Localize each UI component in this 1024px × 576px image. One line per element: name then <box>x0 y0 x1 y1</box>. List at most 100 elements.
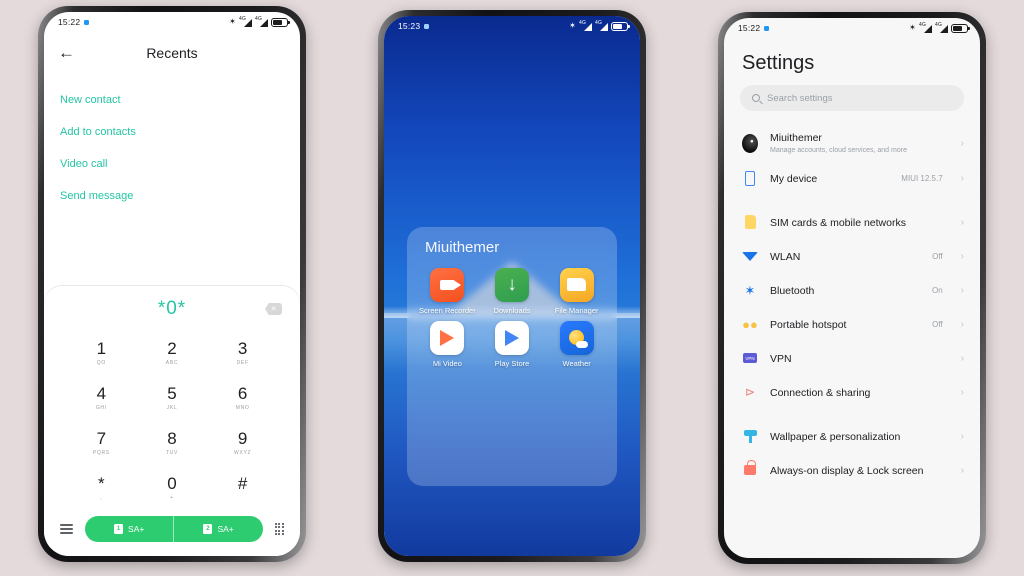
row-label: Portable hotspot <box>770 319 847 332</box>
dialer-header: ← Recents <box>44 32 300 74</box>
key-letters: PQRS <box>92 449 110 456</box>
row-label: Wallpaper & personalization <box>770 431 901 444</box>
dialpad-key-4[interactable]: 4 GHI <box>66 375 137 420</box>
dialpad-key-0[interactable]: 0 + <box>137 465 208 510</box>
dialpad-key-hash[interactable]: # <box>207 465 278 510</box>
app-play-store[interactable]: Play Store <box>480 320 545 368</box>
key-letters: GHI <box>95 404 107 411</box>
settings-group-personalization: Wallpaper & personalization › Always-on … <box>724 419 980 487</box>
file-manager-icon <box>559 267 594 302</box>
settings-row-portable-hotspot[interactable]: ●● Portable hotspot Off › <box>724 307 980 341</box>
key-digit: 7 <box>96 428 107 448</box>
signal-bars-icon-2: 4G <box>595 20 608 31</box>
phone-screen: 15:22 ✶ 4G 4G ← Recents New contact Add … <box>44 12 300 556</box>
row-value: Off <box>932 319 943 329</box>
call-sim2-button[interactable]: 2 SA+ <box>173 516 262 542</box>
key-digit: 3 <box>237 338 248 358</box>
keypad-grid-icon[interactable] <box>274 522 284 536</box>
chevron-right-icon: › <box>960 172 964 184</box>
phone-screen: 15:22 ✶ 4G 4G Settings Search settings M… <box>724 18 980 558</box>
call-sim1-button[interactable]: 1 SA+ <box>85 516 173 542</box>
row-subtitle: Manage accounts, cloud services, and mor… <box>770 147 907 155</box>
settings-row-always-on-display[interactable]: Always-on display & Lock screen › <box>724 453 980 487</box>
account-avatar <box>742 133 758 153</box>
app-file-manager[interactable]: File Manager <box>544 267 609 315</box>
wifi-icon <box>742 251 758 261</box>
dialpad-key-3[interactable]: 3 DEF <box>207 330 278 375</box>
settings-row-wlan[interactable]: WLAN Off › <box>724 239 980 273</box>
bluetooth-icon: ✶ <box>229 17 236 26</box>
row-label: My device <box>770 173 818 186</box>
dialpad-key-9[interactable]: 9 WXYZ <box>207 420 278 465</box>
chevron-right-icon: › <box>960 137 964 149</box>
settings-row-connection-sharing[interactable]: ⊳ Connection & sharing › <box>724 375 980 409</box>
notification-dot-icon <box>424 23 430 29</box>
key-letters: + <box>170 494 174 501</box>
call-sim1-label: SA+ <box>128 524 145 534</box>
dialpad-key-star[interactable]: *, <box>66 465 137 510</box>
dialpad-key-6[interactable]: 6 MNO <box>207 375 278 420</box>
page-title: Recents <box>146 45 198 61</box>
dialpad-key-5[interactable]: 5 JKL <box>137 375 208 420</box>
row-label: WLAN <box>770 251 801 264</box>
app-label: Mi Video <box>432 358 462 368</box>
app-screen-recorder[interactable]: Screen Recorder <box>415 267 480 315</box>
search-icon <box>752 94 760 102</box>
settings-group-connectivity: SIM cards & mobile networks › WLAN Off ›… <box>724 205 980 409</box>
key-digit: # <box>237 473 248 493</box>
status-time: 15:22 <box>58 17 81 27</box>
status-time: 15:23 <box>398 21 421 31</box>
key-letters: ABC <box>165 359 179 366</box>
app-folder[interactable]: Miuithemer Screen Recorder ↓ Downloads F… <box>407 226 617 486</box>
vpn-icon: VPN <box>742 353 758 364</box>
settings-list[interactable]: Miuithemer Manage accounts, cloud servic… <box>724 125 980 558</box>
suggestion-add-to-contacts[interactable]: Add to contacts <box>60 116 300 148</box>
signal-bars-icon: 4G <box>239 16 252 27</box>
settings-row-my-device[interactable]: My device MIUI 12.5.7 › <box>724 161 980 195</box>
dialpad-key-8[interactable]: 8 TUV <box>137 420 208 465</box>
app-label: Play Store <box>494 358 530 368</box>
backspace-icon[interactable]: ✕ <box>265 303 282 315</box>
app-weather[interactable]: Weather <box>544 320 609 368</box>
app-mi-video[interactable]: Mi Video <box>415 320 480 368</box>
downloads-icon: ↓ <box>494 267 529 302</box>
sim1-badge-icon: 1 <box>114 524 124 534</box>
key-letters: WXYZ <box>234 449 252 456</box>
dialpad-key-7[interactable]: 7 PQRS <box>66 420 137 465</box>
dialpad-key-1[interactable]: 1 QO <box>66 330 137 375</box>
key-digit: 1 <box>96 338 107 358</box>
home-screen-phone: 15:23 ✶ 4G 4G Miuithemer Screen Recorder… <box>378 10 646 562</box>
settings-row-vpn[interactable]: VPN VPN › <box>724 341 980 375</box>
chevron-right-icon: › <box>960 430 964 442</box>
key-digit: 5 <box>167 383 177 403</box>
app-label: File Manager <box>554 305 599 315</box>
app-downloads[interactable]: ↓ Downloads <box>480 267 545 315</box>
dialed-number[interactable]: *0* <box>158 298 186 320</box>
folder-title[interactable]: Miuithemer <box>415 237 609 256</box>
bluetooth-icon: ✶ <box>744 282 756 298</box>
suggestion-video-call[interactable]: Video call <box>60 148 300 180</box>
signal-bars-icon-2: 4G <box>255 16 268 27</box>
chevron-right-icon: › <box>960 352 964 364</box>
hamburger-menu-icon[interactable] <box>60 524 73 534</box>
dialpad-key-2[interactable]: 2 ABC <box>137 330 208 375</box>
back-arrow-icon[interactable]: ← <box>58 43 84 63</box>
settings-row-bluetooth[interactable]: ✶ Bluetooth On › <box>724 273 980 307</box>
key-letters: JKL <box>166 404 178 411</box>
suggestion-send-message[interactable]: Send message <box>60 180 300 212</box>
settings-row-miuithemer[interactable]: Miuithemer Manage accounts, cloud servic… <box>724 125 980 161</box>
call-sim2-label: SA+ <box>217 524 234 534</box>
settings-group-account: Miuithemer Manage accounts, cloud servic… <box>724 125 980 195</box>
dialed-number-row: *0* ✕ <box>44 292 300 326</box>
settings-row-wallpaper[interactable]: Wallpaper & personalization › <box>724 419 980 453</box>
call-button-group: 1 SA+ 2 SA+ <box>85 516 263 542</box>
search-settings-input[interactable]: Search settings <box>740 85 964 111</box>
row-value: MIUI 12.5.7 <box>901 173 943 183</box>
mi-video-icon <box>430 320 465 355</box>
wallpaper-icon <box>742 429 758 443</box>
suggestion-new-contact[interactable]: New contact <box>60 84 300 116</box>
key-digit: 9 <box>237 428 248 448</box>
key-digit: 6 <box>237 383 248 403</box>
settings-row-sim-cards[interactable]: SIM cards & mobile networks › <box>724 205 980 239</box>
suggestion-list: New contact Add to contacts Video call S… <box>44 74 300 212</box>
